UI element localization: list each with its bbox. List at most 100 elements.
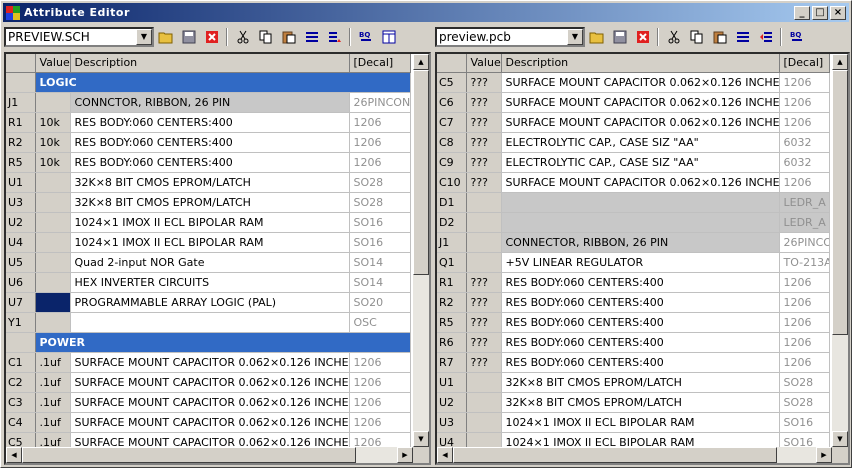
description-cell[interactable] bbox=[501, 212, 780, 233]
decal-cell[interactable]: 1206 bbox=[349, 372, 411, 393]
description-cell[interactable]: CONNCTOR, RIBBON, 26 PIN bbox=[70, 92, 350, 113]
description-cell[interactable]: 32K×8 BIT CMOS EPROM/LATCH bbox=[501, 392, 780, 413]
value-cell[interactable]: ??? bbox=[466, 72, 502, 93]
description-cell[interactable]: ELECTROLYTIC CAP., CASE SIZ "AA" bbox=[501, 132, 780, 153]
decal-column-header[interactable]: [Decal] bbox=[349, 54, 411, 73]
left-file-select[interactable]: PREVIEW.SCH ▼ bbox=[4, 27, 154, 47]
delete-icon[interactable] bbox=[201, 27, 223, 47]
decal-cell[interactable]: SO14 bbox=[349, 272, 411, 293]
ref-designator[interactable]: D1 bbox=[437, 192, 467, 213]
table-row[interactable]: D1 LEDR_A bbox=[437, 192, 830, 213]
table-row[interactable]: Q1 +5V LINEAR REGULATORTO-213AA bbox=[437, 252, 830, 273]
value-cell[interactable] bbox=[35, 212, 71, 233]
description-cell[interactable]: CONNECTOR, RIBBON, 26 PIN bbox=[501, 232, 780, 253]
ref-designator[interactable]: C5 bbox=[437, 72, 467, 93]
table-row[interactable]: R5 10k RES BODY:060 CENTERS:400 1206 bbox=[6, 152, 411, 173]
value-cell[interactable] bbox=[466, 212, 502, 233]
ref-designator[interactable]: R2 bbox=[6, 132, 36, 153]
value-cell[interactable]: .1uf bbox=[35, 372, 71, 393]
ref-designator[interactable]: U6 bbox=[6, 272, 36, 293]
value-cell[interactable] bbox=[35, 272, 71, 293]
value-cell[interactable] bbox=[466, 232, 502, 253]
ref-designator[interactable]: U4 bbox=[6, 232, 36, 253]
value-cell[interactable]: ??? bbox=[466, 332, 502, 353]
value-cell[interactable] bbox=[466, 252, 502, 273]
scroll-down-button[interactable]: ▼ bbox=[832, 431, 848, 447]
value-cell[interactable]: ??? bbox=[466, 92, 502, 113]
close-button[interactable]: × bbox=[830, 5, 846, 20]
description-cell[interactable]: RES BODY:060 CENTERS:400 bbox=[501, 312, 780, 333]
decal-cell[interactable]: 26PINCON bbox=[779, 232, 830, 253]
table-row[interactable]: C4.1uf SURFACE MOUNT CAPACITOR 0.062×0.12… bbox=[6, 412, 411, 433]
copy-icon[interactable] bbox=[686, 27, 708, 47]
ref-designator[interactable]: R1 bbox=[437, 272, 467, 293]
ref-designator[interactable]: U7 bbox=[6, 292, 36, 313]
ref-designator[interactable]: U2 bbox=[6, 212, 36, 233]
sort-icon[interactable] bbox=[755, 27, 777, 47]
description-cell[interactable]: SURFACE MOUNT CAPACITOR 0.062×0.126 INCH… bbox=[70, 372, 350, 393]
table-row[interactable]: U3 1024×1 IMOX II ECL BIPOLAR RAM SO16 bbox=[437, 412, 830, 433]
value-cell[interactable] bbox=[466, 392, 502, 413]
value-cell[interactable]: 10k bbox=[35, 112, 71, 133]
right-vertical-scrollbar[interactable]: ▲ ▼ bbox=[832, 54, 848, 447]
section-row[interactable]: POWER bbox=[6, 332, 411, 353]
scroll-thumb[interactable] bbox=[413, 70, 429, 275]
description-cell[interactable]: Quad 2-input NOR Gate bbox=[70, 252, 350, 273]
section-row[interactable]: LOGIC bbox=[6, 72, 411, 93]
left-attribute-grid[interactable]: Value Description [Decal] LOGIC J1 CONNCTO… bbox=[4, 52, 431, 465]
table-row[interactable]: Y1 OSC bbox=[6, 312, 411, 333]
description-cell[interactable]: RES BODY:060 CENTERS:400 bbox=[70, 152, 350, 173]
ref-designator[interactable]: J1 bbox=[437, 232, 467, 253]
ref-designator[interactable]: C10 bbox=[437, 172, 467, 193]
left-vertical-scrollbar[interactable]: ▲ ▼ bbox=[413, 54, 429, 447]
description-column-header[interactable]: Description bbox=[70, 54, 350, 73]
description-cell[interactable]: ELECTROLYTIC CAP., CASE SIZ "AA" bbox=[501, 152, 780, 173]
value-cell[interactable]: ??? bbox=[466, 272, 502, 293]
description-cell[interactable]: PROGRAMMABLE ARRAY LOGIC (PAL) bbox=[70, 292, 350, 313]
list-view-icon[interactable] bbox=[732, 27, 754, 47]
decal-cell[interactable]: 1206 bbox=[349, 112, 411, 133]
description-cell[interactable]: 1024×1 IMOX II ECL BIPOLAR RAM bbox=[70, 212, 350, 233]
ref-designator[interactable]: U2 bbox=[437, 392, 467, 413]
decal-cell[interactable]: OSC bbox=[349, 312, 411, 333]
description-cell[interactable]: RES BODY:060 CENTERS:400 bbox=[501, 292, 780, 313]
find-icon[interactable]: BQ bbox=[786, 27, 808, 47]
value-cell[interactable] bbox=[35, 292, 71, 313]
scroll-left-button[interactable]: ◀ bbox=[437, 447, 453, 463]
decal-cell[interactable]: LEDR_A bbox=[779, 192, 830, 213]
decal-cell[interactable]: TO-213AA bbox=[779, 252, 830, 273]
open-folder-icon[interactable] bbox=[155, 27, 177, 47]
decal-cell[interactable]: 1206 bbox=[349, 352, 411, 373]
value-cell[interactable]: ??? bbox=[466, 112, 502, 133]
decal-cell[interactable]: SO28 bbox=[349, 172, 411, 193]
right-attribute-grid[interactable]: Value Description [Decal] C5??? SURFACE M… bbox=[435, 52, 850, 465]
table-row[interactable]: U5 Quad 2-input NOR Gate SO14 bbox=[6, 252, 411, 273]
ref-designator[interactable]: R5 bbox=[6, 152, 36, 173]
decal-cell[interactable]: LEDR_A bbox=[779, 212, 830, 233]
table-row[interactable]: C2.1uf SURFACE MOUNT CAPACITOR 0.062×0.12… bbox=[6, 372, 411, 393]
description-cell[interactable]: SURFACE MOUNT CAPACITOR 0.062×0.126 INCH… bbox=[70, 412, 350, 433]
decal-cell[interactable]: 6032 bbox=[779, 132, 830, 153]
ref-designator[interactable]: D2 bbox=[437, 212, 467, 233]
table-row[interactable]: U2 1024×1 IMOX II ECL BIPOLAR RAM SO16 bbox=[6, 212, 411, 233]
decal-cell[interactable]: 1206 bbox=[779, 92, 830, 113]
scroll-thumb[interactable] bbox=[22, 447, 356, 463]
scroll-up-button[interactable]: ▲ bbox=[413, 54, 429, 70]
scroll-down-button[interactable]: ▼ bbox=[413, 431, 429, 447]
table-row[interactable]: C10??? SURFACE MOUNT CAPACITOR 0.062×0.12… bbox=[437, 172, 830, 193]
scroll-up-button[interactable]: ▲ bbox=[832, 54, 848, 70]
value-cell[interactable]: ??? bbox=[466, 132, 502, 153]
value-cell[interactable]: ??? bbox=[466, 292, 502, 313]
ref-designator[interactable]: J1 bbox=[6, 92, 36, 113]
cut-icon[interactable] bbox=[232, 27, 254, 47]
table-row[interactable]: C5??? SURFACE MOUNT CAPACITOR 0.062×0.126… bbox=[437, 72, 830, 93]
ref-designator[interactable]: U5 bbox=[6, 252, 36, 273]
description-cell[interactable]: 1024×1 IMOX II ECL BIPOLAR RAM bbox=[501, 412, 780, 433]
description-cell[interactable]: SURFACE MOUNT CAPACITOR 0.062×0.126 INCH… bbox=[70, 392, 350, 413]
table-row[interactable]: U7 PROGRAMMABLE ARRAY LOGIC (PAL) SO20 bbox=[6, 292, 411, 313]
description-cell[interactable] bbox=[501, 192, 780, 213]
description-cell[interactable]: SURFACE MOUNT CAPACITOR 0.062×0.126 INCH… bbox=[501, 92, 780, 113]
decal-cell[interactable]: 1206 bbox=[349, 152, 411, 173]
right-horizontal-scrollbar[interactable]: ◀ ▶ bbox=[437, 447, 832, 463]
value-cell[interactable]: 10k bbox=[35, 152, 71, 173]
